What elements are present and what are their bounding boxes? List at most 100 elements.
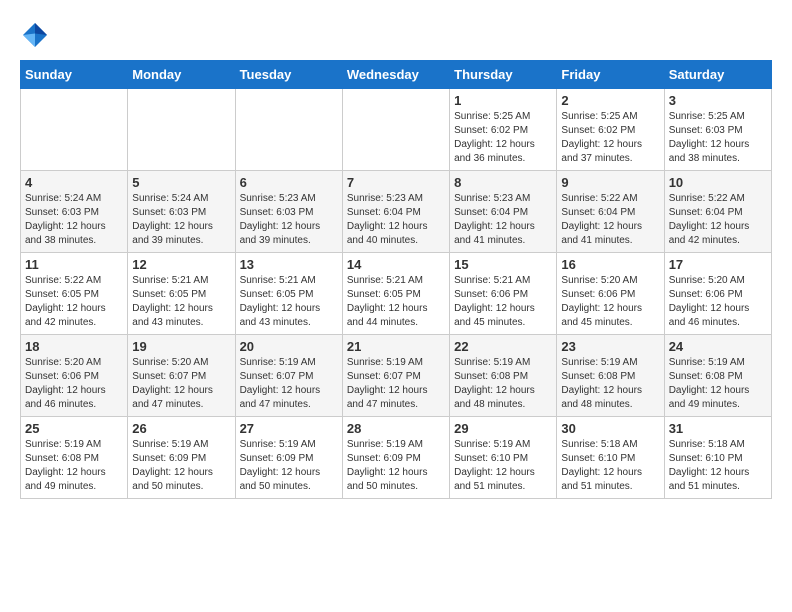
day-info: Sunrise: 5:23 AM Sunset: 6:04 PM Dayligh…: [454, 192, 552, 248]
day-info: Sunrise: 5:25 AM Sunset: 6:02 PM Dayligh…: [561, 110, 659, 166]
day-info: Sunrise: 5:22 AM Sunset: 6:04 PM Dayligh…: [561, 192, 659, 248]
column-header-wednesday: Wednesday: [342, 61, 449, 89]
column-header-sunday: Sunday: [21, 61, 128, 89]
calendar-cell: 28 Sunrise: 5:19 AM Sunset: 6:09 PM Dayli…: [342, 417, 449, 499]
day-number: 8: [454, 175, 552, 190]
day-number: 22: [454, 339, 552, 354]
day-number: 17: [669, 257, 767, 272]
day-number: 29: [454, 421, 552, 436]
day-info: Sunrise: 5:19 AM Sunset: 6:09 PM Dayligh…: [347, 438, 445, 494]
day-number: 6: [240, 175, 338, 190]
calendar-cell: 2 Sunrise: 5:25 AM Sunset: 6:02 PM Daylig…: [557, 89, 664, 171]
day-info: Sunrise: 5:21 AM Sunset: 6:05 PM Dayligh…: [132, 274, 230, 330]
day-info: Sunrise: 5:18 AM Sunset: 6:10 PM Dayligh…: [561, 438, 659, 494]
day-number: 20: [240, 339, 338, 354]
calendar-cell: 22 Sunrise: 5:19 AM Sunset: 6:08 PM Dayli…: [450, 335, 557, 417]
day-number: 18: [25, 339, 123, 354]
day-number: 1: [454, 93, 552, 108]
calendar-week-4: 18 Sunrise: 5:20 AM Sunset: 6:06 PM Dayli…: [21, 335, 772, 417]
day-info: Sunrise: 5:25 AM Sunset: 6:02 PM Dayligh…: [454, 110, 552, 166]
day-info: Sunrise: 5:25 AM Sunset: 6:03 PM Dayligh…: [669, 110, 767, 166]
day-info: Sunrise: 5:19 AM Sunset: 6:08 PM Dayligh…: [561, 356, 659, 412]
day-info: Sunrise: 5:24 AM Sunset: 6:03 PM Dayligh…: [132, 192, 230, 248]
day-info: Sunrise: 5:19 AM Sunset: 6:08 PM Dayligh…: [25, 438, 123, 494]
day-info: Sunrise: 5:21 AM Sunset: 6:05 PM Dayligh…: [240, 274, 338, 330]
calendar-cell: 14 Sunrise: 5:21 AM Sunset: 6:05 PM Dayli…: [342, 253, 449, 335]
day-number: 3: [669, 93, 767, 108]
day-info: Sunrise: 5:21 AM Sunset: 6:05 PM Dayligh…: [347, 274, 445, 330]
calendar-cell: 17 Sunrise: 5:20 AM Sunset: 6:06 PM Dayli…: [664, 253, 771, 335]
calendar-cell: 19 Sunrise: 5:20 AM Sunset: 6:07 PM Dayli…: [128, 335, 235, 417]
day-info: Sunrise: 5:22 AM Sunset: 6:04 PM Dayligh…: [669, 192, 767, 248]
calendar-cell: 16 Sunrise: 5:20 AM Sunset: 6:06 PM Dayli…: [557, 253, 664, 335]
calendar-week-2: 4 Sunrise: 5:24 AM Sunset: 6:03 PM Daylig…: [21, 171, 772, 253]
calendar-cell: 9Sunrise: 5:22 AM Sunset: 6:04 PM Daylig…: [557, 171, 664, 253]
logo-icon: [20, 20, 50, 50]
calendar-cell: 21 Sunrise: 5:19 AM Sunset: 6:07 PM Dayli…: [342, 335, 449, 417]
calendar-cell: 11 Sunrise: 5:22 AM Sunset: 6:05 PM Dayli…: [21, 253, 128, 335]
day-number: 30: [561, 421, 659, 436]
calendar-week-3: 11 Sunrise: 5:22 AM Sunset: 6:05 PM Dayli…: [21, 253, 772, 335]
day-info: Sunrise: 5:18 AM Sunset: 6:10 PM Dayligh…: [669, 438, 767, 494]
day-number: 28: [347, 421, 445, 436]
day-number: 2: [561, 93, 659, 108]
day-info: Sunrise: 5:20 AM Sunset: 6:06 PM Dayligh…: [561, 274, 659, 330]
calendar-cell: 31Sunrise: 5:18 AM Sunset: 6:10 PM Dayli…: [664, 417, 771, 499]
day-info: Sunrise: 5:23 AM Sunset: 6:04 PM Dayligh…: [347, 192, 445, 248]
logo: [20, 20, 54, 50]
calendar-cell: 20 Sunrise: 5:19 AM Sunset: 6:07 PM Dayli…: [235, 335, 342, 417]
calendar-cell: 23 Sunrise: 5:19 AM Sunset: 6:08 PM Dayli…: [557, 335, 664, 417]
column-header-friday: Friday: [557, 61, 664, 89]
day-number: 10: [669, 175, 767, 190]
day-number: 12: [132, 257, 230, 272]
day-info: Sunrise: 5:20 AM Sunset: 6:07 PM Dayligh…: [132, 356, 230, 412]
calendar-cell: [128, 89, 235, 171]
day-number: 27: [240, 421, 338, 436]
day-info: Sunrise: 5:19 AM Sunset: 6:07 PM Dayligh…: [240, 356, 338, 412]
day-info: Sunrise: 5:19 AM Sunset: 6:09 PM Dayligh…: [240, 438, 338, 494]
day-number: 23: [561, 339, 659, 354]
day-number: 11: [25, 257, 123, 272]
day-number: 4: [25, 175, 123, 190]
day-number: 13: [240, 257, 338, 272]
calendar-week-5: 25 Sunrise: 5:19 AM Sunset: 6:08 PM Dayli…: [21, 417, 772, 499]
day-info: Sunrise: 5:19 AM Sunset: 6:08 PM Dayligh…: [669, 356, 767, 412]
calendar-cell: 13 Sunrise: 5:21 AM Sunset: 6:05 PM Dayli…: [235, 253, 342, 335]
calendar-cell: 10 Sunrise: 5:22 AM Sunset: 6:04 PM Dayli…: [664, 171, 771, 253]
day-info: Sunrise: 5:20 AM Sunset: 6:06 PM Dayligh…: [669, 274, 767, 330]
calendar-cell: 8 Sunrise: 5:23 AM Sunset: 6:04 PM Daylig…: [450, 171, 557, 253]
day-info: Sunrise: 5:19 AM Sunset: 6:10 PM Dayligh…: [454, 438, 552, 494]
column-header-tuesday: Tuesday: [235, 61, 342, 89]
column-header-thursday: Thursday: [450, 61, 557, 89]
day-number: 26: [132, 421, 230, 436]
day-number: 5: [132, 175, 230, 190]
calendar-cell: 24Sunrise: 5:19 AM Sunset: 6:08 PM Dayli…: [664, 335, 771, 417]
column-header-saturday: Saturday: [664, 61, 771, 89]
day-info: Sunrise: 5:23 AM Sunset: 6:03 PM Dayligh…: [240, 192, 338, 248]
calendar-cell: 25 Sunrise: 5:19 AM Sunset: 6:08 PM Dayli…: [21, 417, 128, 499]
day-info: Sunrise: 5:19 AM Sunset: 6:08 PM Dayligh…: [454, 356, 552, 412]
day-info: Sunrise: 5:20 AM Sunset: 6:06 PM Dayligh…: [25, 356, 123, 412]
calendar-cell: 29 Sunrise: 5:19 AM Sunset: 6:10 PM Dayli…: [450, 417, 557, 499]
calendar-cell: 3 Sunrise: 5:25 AM Sunset: 6:03 PM Daylig…: [664, 89, 771, 171]
day-number: 25: [25, 421, 123, 436]
calendar-cell: 26 Sunrise: 5:19 AM Sunset: 6:09 PM Dayli…: [128, 417, 235, 499]
calendar-cell: 7Sunrise: 5:23 AM Sunset: 6:04 PM Daylig…: [342, 171, 449, 253]
page-header: [20, 20, 772, 50]
day-info: Sunrise: 5:19 AM Sunset: 6:09 PM Dayligh…: [132, 438, 230, 494]
day-info: Sunrise: 5:24 AM Sunset: 6:03 PM Dayligh…: [25, 192, 123, 248]
calendar-table: SundayMondayTuesdayWednesdayThursdayFrid…: [20, 60, 772, 499]
day-info: Sunrise: 5:21 AM Sunset: 6:06 PM Dayligh…: [454, 274, 552, 330]
day-number: 14: [347, 257, 445, 272]
calendar-cell: 12 Sunrise: 5:21 AM Sunset: 6:05 PM Dayli…: [128, 253, 235, 335]
day-number: 19: [132, 339, 230, 354]
column-header-monday: Monday: [128, 61, 235, 89]
day-number: 21: [347, 339, 445, 354]
day-info: Sunrise: 5:19 AM Sunset: 6:07 PM Dayligh…: [347, 356, 445, 412]
calendar-cell: 18 Sunrise: 5:20 AM Sunset: 6:06 PM Dayli…: [21, 335, 128, 417]
calendar-cell: 15Sunrise: 5:21 AM Sunset: 6:06 PM Dayli…: [450, 253, 557, 335]
day-info: Sunrise: 5:22 AM Sunset: 6:05 PM Dayligh…: [25, 274, 123, 330]
day-number: 16: [561, 257, 659, 272]
calendar-cell: 1 Sunrise: 5:25 AM Sunset: 6:02 PM Daylig…: [450, 89, 557, 171]
calendar-cell: 27 Sunrise: 5:19 AM Sunset: 6:09 PM Dayli…: [235, 417, 342, 499]
